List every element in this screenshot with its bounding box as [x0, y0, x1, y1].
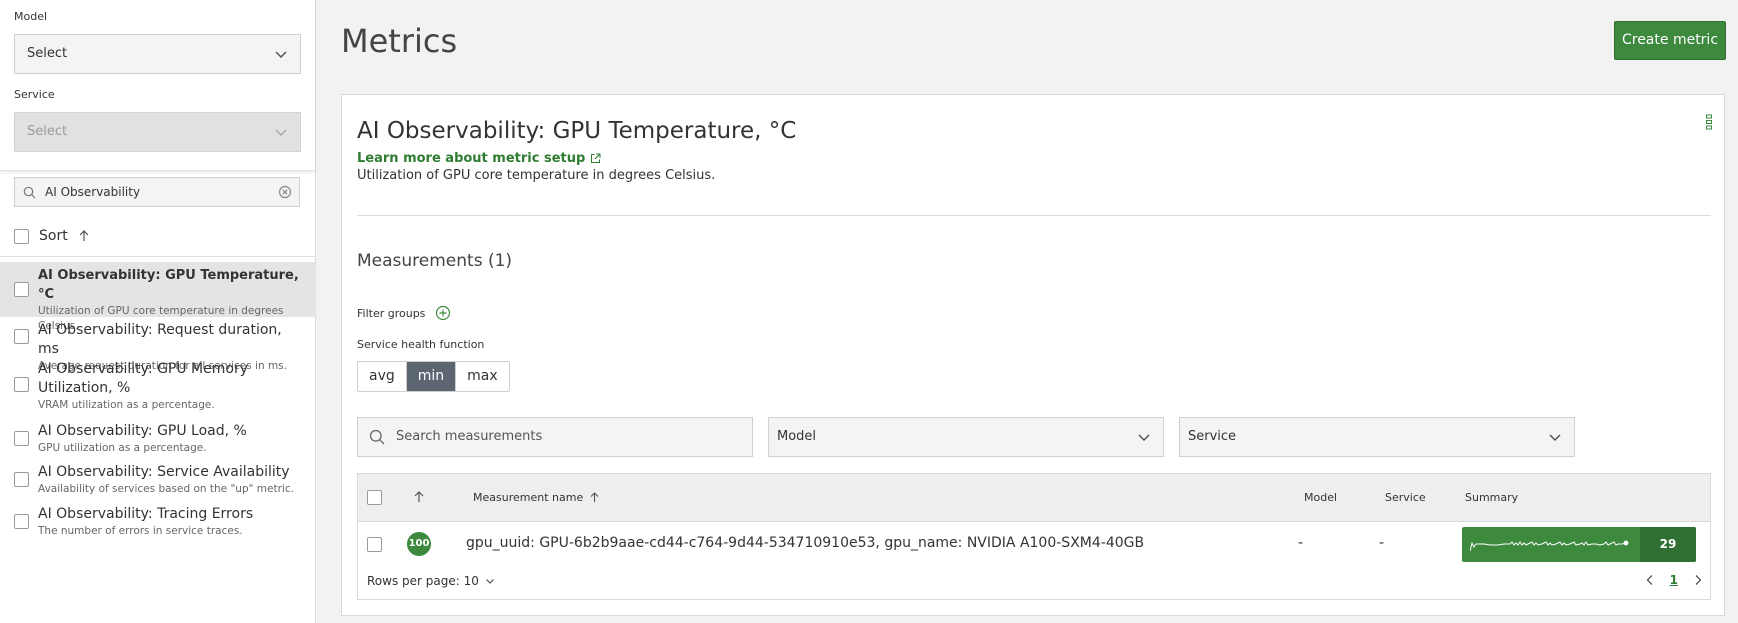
- add-circle-icon[interactable]: [435, 305, 451, 321]
- chevron-down-icon: [1138, 434, 1150, 442]
- measurement-model: -: [1298, 535, 1304, 551]
- health-function-label: Service health function: [357, 338, 485, 351]
- chevron-down-icon: [1549, 434, 1561, 442]
- filter-groups-label: Filter groups: [357, 306, 426, 320]
- create-metric-button[interactable]: Create metric: [1614, 21, 1726, 60]
- arrow-up-icon: [590, 492, 599, 502]
- column-header-service: Service: [1385, 491, 1426, 504]
- chevron-down-icon: [275, 51, 287, 59]
- page-number[interactable]: 1: [1670, 573, 1678, 587]
- model-label: Model: [14, 10, 48, 23]
- table-footer: Rows per page: 10 1: [358, 566, 1710, 599]
- health-function-selector: avg min max: [357, 361, 510, 392]
- column-header-name[interactable]: Measurement name: [473, 491, 600, 504]
- model-select[interactable]: Select: [14, 34, 301, 74]
- table-row[interactable]: 100 gpu_uuid: GPU-6b2b9aae-cd44-c764-9d4…: [358, 522, 1710, 566]
- select-all-checkbox[interactable]: [14, 228, 29, 244]
- item-title: AI Observability: GPU Temperature, °C: [38, 268, 299, 302]
- divider: [0, 256, 316, 257]
- table-header: Measurement name Model Service Summary: [358, 474, 1710, 522]
- item-title: AI Observability: Service Availability: [38, 464, 290, 480]
- health-function-min[interactable]: min: [406, 362, 457, 391]
- service-filter-value: Service: [1188, 429, 1237, 444]
- metric-card: AI Observability: GPU Temperature, °C Le…: [341, 94, 1725, 616]
- more-options-icon[interactable]: [1705, 114, 1713, 130]
- model-filter-select[interactable]: Model: [768, 417, 1164, 457]
- learn-more-link[interactable]: Learn more about metric setup: [357, 151, 601, 166]
- model-filter-value: Model: [777, 429, 817, 444]
- item-description: VRAM utilization as a percentage.: [38, 399, 215, 411]
- column-header-summary: Summary: [1465, 491, 1519, 504]
- chevron-down-icon: [485, 579, 494, 584]
- pagination: 1: [1644, 573, 1704, 587]
- item-checkbox[interactable]: [14, 329, 29, 344]
- list-item[interactable]: AI Observability: GPU Temperature, °C Ut…: [0, 262, 316, 332]
- item-title: AI Observability: Request duration, ms: [38, 322, 282, 357]
- row-checkbox[interactable]: [367, 537, 382, 552]
- measurement-name: gpu_uuid: GPU-6b2b9aae-cd44-c764-9d44-53…: [466, 535, 1145, 551]
- column-header-model: Model: [1304, 491, 1338, 504]
- measurement-search-input[interactable]: Search measurements: [357, 417, 753, 457]
- item-checkbox[interactable]: [14, 431, 29, 446]
- item-description: GPU utilization as a percentage.: [38, 442, 207, 454]
- column-header-name-label: Measurement name: [473, 491, 584, 504]
- item-title: AI Observability: Tracing Errors: [38, 506, 254, 522]
- select-all-rows-checkbox[interactable]: [367, 490, 382, 505]
- health-score-badge: 100: [407, 532, 431, 556]
- list-item[interactable]: AI Observability: GPU Memory Utilization…: [0, 356, 316, 418]
- metric-description: Utilization of GPU core temperature in d…: [357, 168, 716, 183]
- item-checkbox[interactable]: [14, 472, 29, 487]
- filter-groups: Filter groups: [357, 305, 451, 321]
- list-item[interactable]: AI Observability: GPU Load, % GPU utiliz…: [0, 418, 316, 459]
- learn-more-label: Learn more about metric setup: [357, 151, 586, 166]
- health-function-max[interactable]: max: [456, 362, 509, 391]
- item-checkbox[interactable]: [14, 377, 29, 392]
- item-description: The number of errors in service traces.: [38, 525, 243, 537]
- sort-label: Sort: [39, 228, 68, 244]
- chevron-left-icon[interactable]: [1644, 574, 1656, 586]
- clear-icon[interactable]: [278, 185, 292, 199]
- item-checkbox[interactable]: [14, 514, 29, 529]
- divider: [357, 215, 1711, 216]
- metric-list: AI Observability: GPU Temperature, °C Ut…: [0, 262, 316, 543]
- page-title: Metrics: [341, 22, 458, 60]
- service-select[interactable]: Select: [14, 112, 301, 152]
- search-icon: [369, 429, 385, 445]
- item-description: Availability of services based on the "u…: [38, 483, 294, 495]
- chevron-right-icon[interactable]: [1692, 574, 1704, 586]
- chevron-down-icon: [275, 129, 287, 137]
- metric-search-value: AI Observability: [45, 185, 141, 199]
- model-select-value: Select: [27, 46, 68, 61]
- service-label: Service: [14, 88, 55, 101]
- metric-search-input[interactable]: AI Observability: [14, 177, 300, 207]
- summary-value: 29: [1640, 527, 1696, 562]
- measurements-table: Measurement name Model Service Summary 1…: [357, 473, 1711, 600]
- metric-title: AI Observability: GPU Temperature, °C: [357, 118, 797, 144]
- sidebar-filters: Model Select Service Select: [0, 0, 315, 171]
- service-select-value: Select: [27, 124, 68, 139]
- sort-control: Sort: [14, 228, 90, 244]
- measurement-service: -: [1379, 535, 1385, 551]
- summary-sparkline: 29: [1462, 527, 1696, 562]
- item-title: AI Observability: GPU Load, %: [38, 423, 247, 439]
- external-link-icon: [591, 153, 601, 163]
- measurement-search-placeholder: Search measurements: [396, 429, 543, 444]
- list-item[interactable]: AI Observability: Service Availability A…: [0, 459, 316, 501]
- main-content: Metrics Create metric AI Observability: …: [316, 0, 1738, 623]
- arrow-up-icon[interactable]: [78, 230, 90, 242]
- health-function-avg[interactable]: avg: [358, 362, 407, 391]
- measurements-title: Measurements (1): [357, 251, 513, 271]
- item-checkbox[interactable]: [14, 282, 29, 297]
- list-item[interactable]: AI Observability: Tracing Errors The num…: [0, 501, 316, 543]
- item-title: AI Observability: GPU Memory Utilization…: [38, 361, 248, 396]
- rows-per-page-select[interactable]: Rows per page: 10: [367, 574, 495, 588]
- service-filter-select[interactable]: Service: [1179, 417, 1575, 457]
- rows-per-page-label: Rows per page: 10: [367, 574, 479, 588]
- sidebar: Model Select Service Select AI Observabi…: [0, 0, 316, 623]
- sparkline-chart: [1470, 540, 1629, 552]
- arrow-up-icon[interactable]: [413, 491, 425, 503]
- search-icon: [23, 186, 36, 199]
- list-item[interactable]: AI Observability: Request duration, ms A…: [0, 317, 316, 372]
